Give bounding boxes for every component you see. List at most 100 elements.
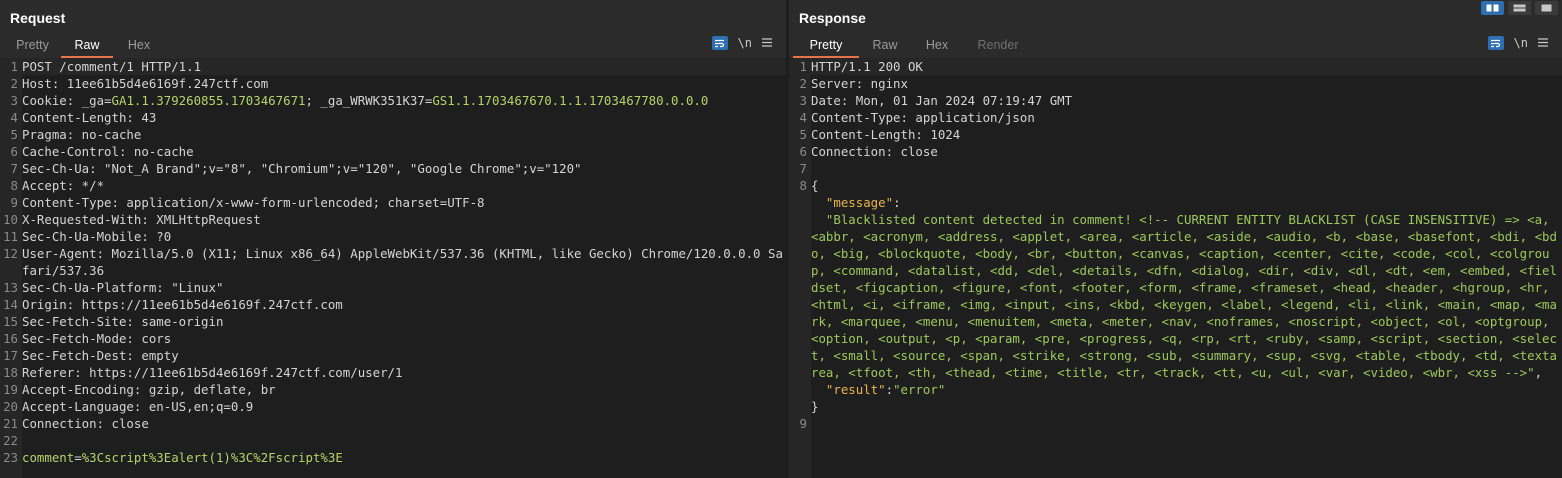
line-number bbox=[789, 398, 811, 415]
response-editor[interactable]: 1 HTTP/1.1 200 OK 2 Server: nginx 3 Date: Mon… bbox=[789, 58, 1562, 478]
line-number: 21 bbox=[3, 416, 18, 431]
code-line: 9 Content-Type: application/x-www-form-ur… bbox=[0, 194, 786, 211]
line-number: 16 bbox=[3, 331, 18, 346]
request-title: Request bbox=[10, 10, 66, 26]
line-number: 8 bbox=[10, 178, 18, 193]
line-number: 22 bbox=[3, 433, 18, 448]
code-line: 21 Connection: close bbox=[0, 415, 786, 432]
line-number bbox=[789, 381, 811, 398]
response-pane: Response Pretty Raw Hex Render \n 1 HTTP/1.1… bbox=[789, 0, 1562, 478]
token: Connection: close bbox=[22, 416, 149, 431]
token: : bbox=[885, 382, 894, 397]
line-number: 19 bbox=[3, 382, 18, 397]
token: Host: 11ee61b5d4e6169f.247ctf.com bbox=[22, 76, 269, 91]
token: } bbox=[811, 399, 819, 414]
token: "error" bbox=[893, 382, 946, 397]
token: Content-Length: 1024 bbox=[811, 127, 961, 142]
line-text: Connection: close bbox=[811, 143, 1562, 160]
code-line: 2 Server: nginx bbox=[789, 75, 1562, 92]
code-line: 18 Referer: https://11ee61b5d4e6169f.247c… bbox=[0, 364, 786, 381]
token: "result" bbox=[825, 382, 886, 397]
code-line: "Blacklisted content detected in comment… bbox=[789, 211, 1562, 381]
token: comment bbox=[22, 450, 75, 465]
line-text: Sec-Fetch-Dest: empty bbox=[22, 347, 786, 364]
line-number: 3 bbox=[799, 93, 807, 108]
token: Origin: https://11ee61b5d4e6169f.247ctf.… bbox=[22, 297, 343, 312]
code-line: 19 Accept-Encoding: gzip, deflate, br bbox=[0, 381, 786, 398]
tab-raw[interactable]: Raw bbox=[61, 36, 113, 58]
line-number: 12 bbox=[3, 246, 18, 261]
request-pane: Request Pretty Raw Hex \n 1 POST /comment/1… bbox=[0, 0, 786, 478]
tab-hex[interactable]: Hex bbox=[113, 36, 165, 56]
tab-raw[interactable]: Raw bbox=[859, 36, 911, 56]
line-text: Content-Type: application/x-www-form-url… bbox=[22, 194, 786, 211]
code-line: 4 Content-Type: application/json bbox=[789, 109, 1562, 126]
tab-hex[interactable]: Hex bbox=[911, 36, 963, 56]
token: Sec-Ch-Ua: "Not_A Brand";v="8", "Chromiu… bbox=[22, 161, 582, 176]
request-toolbar: \n bbox=[711, 35, 772, 51]
line-number: 15 bbox=[3, 314, 18, 329]
line-number: 1 bbox=[799, 59, 807, 74]
show-newlines-button[interactable]: \n bbox=[1514, 35, 1528, 51]
split-vertical-icon[interactable] bbox=[1508, 1, 1531, 15]
token: Connection: close bbox=[811, 144, 938, 159]
line-number: 9 bbox=[10, 195, 18, 210]
token: Sec-Fetch-Dest: empty bbox=[22, 348, 179, 363]
code-line: 3 Cookie: _ga=GA1.1.379260855.1703467671;… bbox=[0, 92, 786, 109]
line-text: Sec-Fetch-Site: same-origin bbox=[22, 313, 786, 330]
line-number: 7 bbox=[10, 161, 18, 176]
token: HTTP/1.1 200 OK bbox=[811, 59, 923, 74]
request-editor[interactable]: 1 POST /comment/1 HTTP/1.1 2 Host: 11ee61b5… bbox=[0, 58, 786, 478]
token: Accept-Encoding: gzip, deflate, br bbox=[22, 382, 276, 397]
token: { bbox=[811, 178, 819, 193]
split-horizontal-icon[interactable] bbox=[1481, 1, 1504, 15]
line-text: Server: nginx bbox=[811, 75, 1562, 92]
line-number bbox=[789, 194, 811, 211]
hamburger-icon[interactable] bbox=[1538, 35, 1548, 51]
token: Sec-Ch-Ua-Mobile: ?0 bbox=[22, 229, 172, 244]
line-number: 10 bbox=[3, 212, 18, 227]
tab-pretty[interactable]: Pretty bbox=[4, 36, 61, 56]
line-number: 1 bbox=[10, 59, 18, 74]
code-line: 5 Content-Length: 1024 bbox=[789, 126, 1562, 143]
line-number: 7 bbox=[799, 161, 807, 176]
line-number: 13 bbox=[3, 280, 18, 295]
line-number: 20 bbox=[3, 399, 18, 414]
token: Referer: https://11ee61b5d4e6169f.247ctf… bbox=[22, 365, 403, 380]
line-text: Referer: https://11ee61b5d4e6169f.247ctf… bbox=[22, 364, 786, 381]
line-text: Cookie: _ga=GA1.1.379260855.1703467671; … bbox=[22, 92, 786, 109]
code-line: 7 bbox=[789, 160, 1562, 177]
line-number: 5 bbox=[10, 127, 18, 142]
tab-render[interactable]: Render bbox=[963, 36, 1033, 56]
code-line: 2 Host: 11ee61b5d4e6169f.247ctf.com bbox=[0, 75, 786, 92]
token: Server: nginx bbox=[811, 76, 908, 91]
tab-pretty[interactable]: Pretty bbox=[793, 36, 859, 58]
code-line: 14 Origin: https://11ee61b5d4e6169f.247ct… bbox=[0, 296, 786, 313]
line-text: HTTP/1.1 200 OK bbox=[811, 58, 1562, 75]
single-pane-icon[interactable] bbox=[1535, 1, 1558, 15]
line-text: "message": bbox=[811, 194, 1562, 211]
hamburger-icon[interactable] bbox=[762, 35, 772, 51]
wrap-lines-icon[interactable] bbox=[1487, 36, 1504, 50]
code-line: 9 bbox=[789, 415, 1562, 432]
line-text: X-Requested-With: XMLHttpRequest bbox=[22, 211, 786, 228]
line-number: 18 bbox=[3, 365, 18, 380]
token: %3Cscript%3Ealert(1)%3C%2Fscript%3E bbox=[81, 450, 343, 465]
code-line: 23 comment=%3Cscript%3Ealert(1)%3C%2Fscri… bbox=[0, 449, 786, 466]
line-number: 17 bbox=[3, 348, 18, 363]
token: : bbox=[893, 195, 901, 210]
wrap-lines-icon[interactable] bbox=[711, 36, 728, 50]
line-text: "result":"error" bbox=[811, 381, 1562, 398]
code-line: 22 bbox=[0, 432, 786, 449]
line-text: Sec-Ch-Ua-Mobile: ?0 bbox=[22, 228, 786, 245]
code-line: 4 Content-Length: 43 bbox=[0, 109, 786, 126]
code-line: 15 Sec-Fetch-Site: same-origin bbox=[0, 313, 786, 330]
line-number: 23 bbox=[3, 450, 18, 465]
line-text: Connection: close bbox=[22, 415, 786, 432]
line-text: Host: 11ee61b5d4e6169f.247ctf.com bbox=[22, 75, 786, 92]
token: Content-Type: application/json bbox=[811, 110, 1035, 125]
show-newlines-button[interactable]: \n bbox=[738, 35, 752, 51]
line-text: POST /comment/1 HTTP/1.1 bbox=[22, 58, 786, 75]
